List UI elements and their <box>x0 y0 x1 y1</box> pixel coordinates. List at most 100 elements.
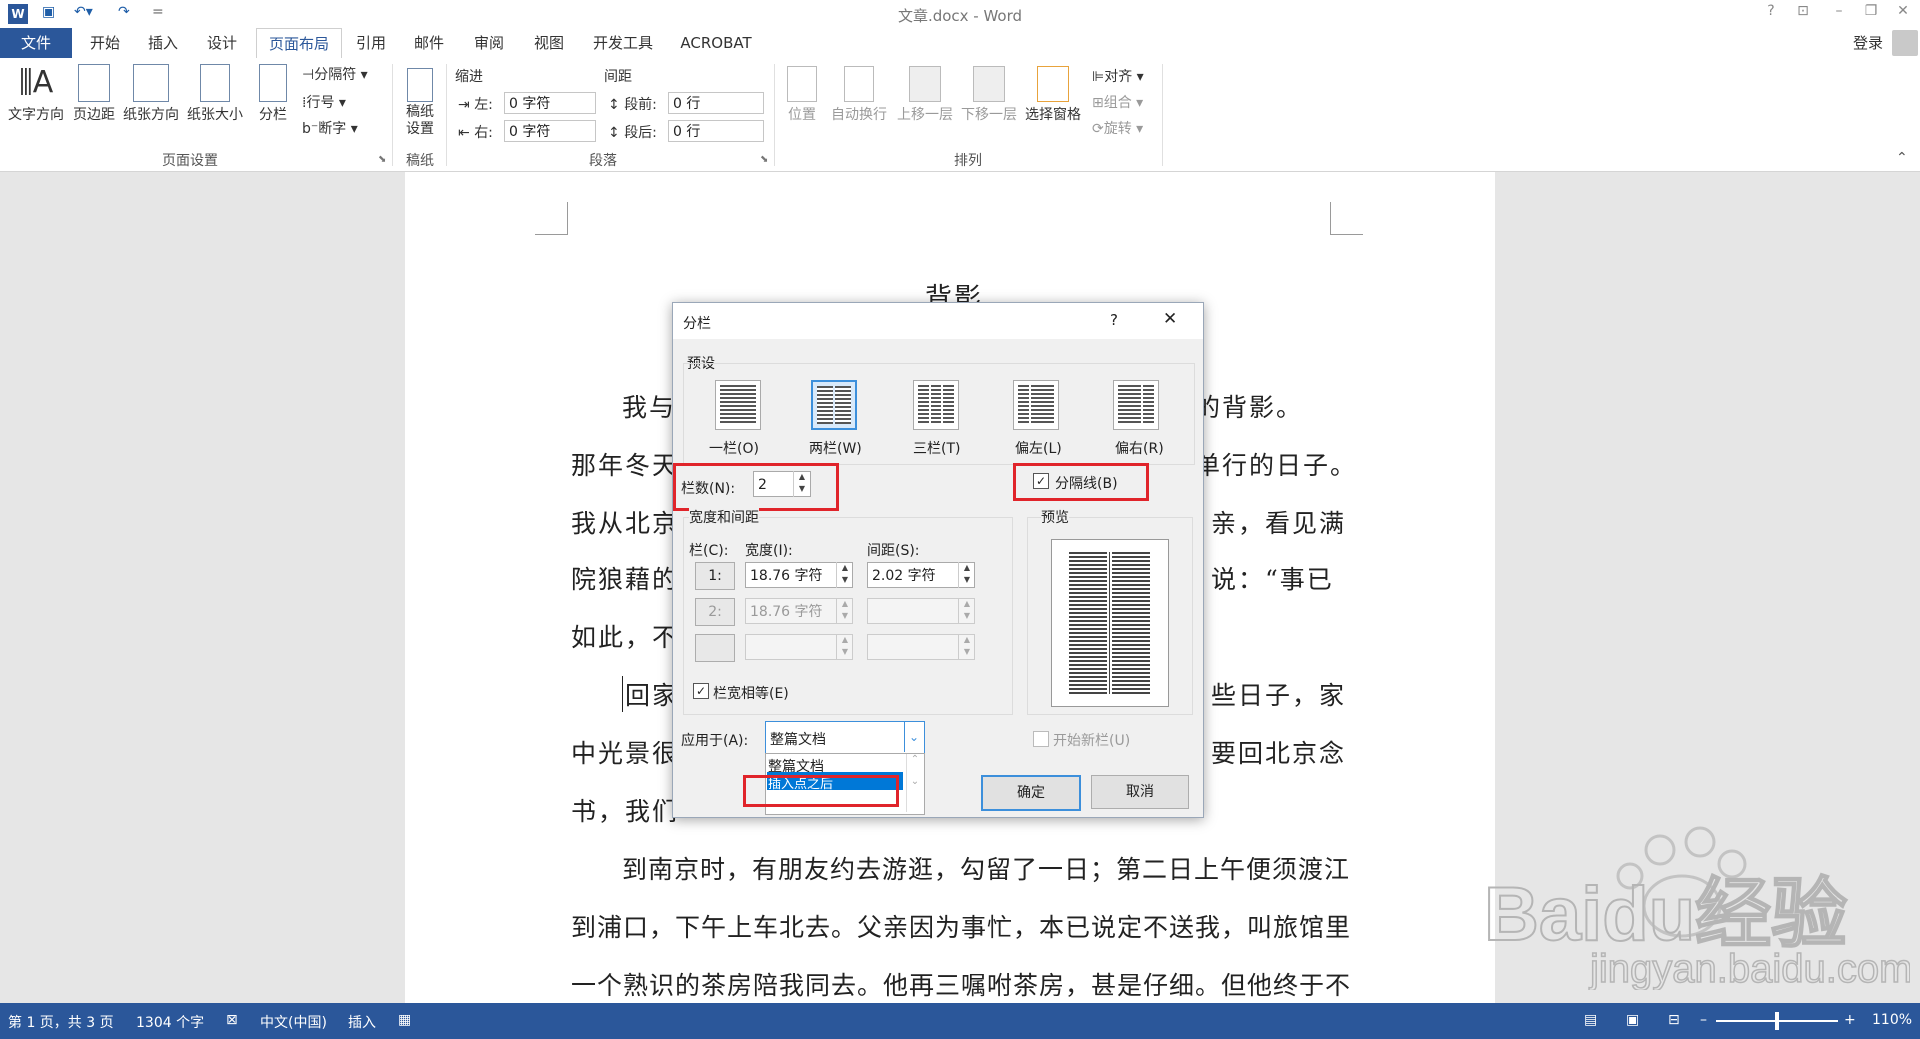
page-count[interactable]: 第 1 页，共 3 页 <box>8 1012 114 1032</box>
bring-forward-button[interactable]: 上移一层 <box>894 66 956 124</box>
cancel-button[interactable]: 取消 <box>1091 775 1189 809</box>
zoom-level[interactable]: 110% <box>1872 1012 1912 1028</box>
dialog-help-button[interactable]: ? <box>1110 311 1118 329</box>
spacing-before-label: ↕ 段前: <box>608 97 657 113</box>
orientation-button[interactable]: 纸张方向 <box>120 64 182 124</box>
paragraph-group-label: 段落 <box>589 153 617 169</box>
spacing-title: 间距 <box>604 69 632 85</box>
preset-three-columns[interactable] <box>913 380 959 430</box>
login-link[interactable]: 登录 <box>1848 28 1888 58</box>
draft-settings-button[interactable]: 稿纸设置 <box>400 68 440 138</box>
columns-button[interactable]: 分栏 <box>252 64 294 124</box>
column-number[interactable]: 1: <box>695 562 735 590</box>
position-button[interactable]: 位置 <box>782 66 822 124</box>
preset-left-label[interactable]: 偏左(L) <box>1015 438 1062 458</box>
wrap-text-button[interactable]: 自动换行 <box>826 66 892 124</box>
collapse-ribbon-icon[interactable]: ⌃ <box>1896 150 1908 166</box>
preset-one-column[interactable] <box>715 380 761 430</box>
ok-button[interactable]: 确定 <box>981 775 1081 811</box>
tab-home[interactable]: 开始 <box>80 28 130 58</box>
tab-design[interactable]: 设计 <box>196 28 248 58</box>
text-direction-button[interactable]: ⫼A 文字方向 <box>4 64 68 124</box>
avatar[interactable] <box>1892 30 1918 56</box>
wrap-text-label: 自动换行 <box>831 107 887 123</box>
apply-to-label: 应用于(A): <box>681 733 749 749</box>
tab-mailings[interactable]: 邮件 <box>406 28 452 58</box>
columns-icon <box>259 64 287 102</box>
proofing-icon[interactable]: ⊠ <box>226 1012 238 1028</box>
new-column-checkbox <box>1033 731 1049 747</box>
apply-to-select[interactable]: 整篇文档 ⌄ <box>765 721 925 755</box>
print-layout-icon[interactable]: ▣ <box>1626 1012 1639 1028</box>
document-text-line: 些日子，家 <box>1211 681 1347 710</box>
draft-group-label: 稿纸 <box>406 153 434 169</box>
spacing-after-input[interactable]: 0 行 <box>668 120 764 142</box>
preset-right[interactable] <box>1113 380 1159 430</box>
help-button[interactable]: ? <box>1760 3 1782 23</box>
preview-page <box>1051 539 1169 707</box>
line-numbers-button[interactable]: ⁞行号 ▾ <box>302 92 346 112</box>
position-icon <box>787 66 817 102</box>
rotate-button[interactable]: ⟳旋转 ▾ <box>1092 118 1143 138</box>
indent-right-input[interactable]: 0 字符 <box>504 120 596 142</box>
dialog-close-icon[interactable]: ✕ <box>1163 309 1177 329</box>
selection-pane-button[interactable]: 选择窗格 <box>1022 66 1084 124</box>
tab-review[interactable]: 审阅 <box>466 28 512 58</box>
tab-view[interactable]: 视图 <box>526 28 572 58</box>
language-indicator[interactable]: 中文(中国) <box>260 1012 327 1032</box>
minimize-icon[interactable]: – <box>1828 3 1850 23</box>
tab-references[interactable]: 引用 <box>348 28 394 58</box>
preset-one-column-label[interactable]: 一栏(O) <box>709 438 759 458</box>
hyphenation-button[interactable]: b⁻断字 ▾ <box>302 118 358 138</box>
align-button[interactable]: ⊫对齐 ▾ <box>1092 66 1144 86</box>
draft-settings-label: 稿纸设置 <box>406 104 434 137</box>
web-layout-icon[interactable]: ⊟ <box>1668 1012 1680 1028</box>
macro-record-icon[interactable]: ▦ <box>398 1012 411 1028</box>
indent-left-label: ⇥ 左: <box>458 97 493 113</box>
indent-left-input[interactable]: 0 字符 <box>504 92 596 114</box>
chevron-down-icon[interactable]: ⌄ <box>904 722 923 752</box>
margins-button[interactable]: 页边距 <box>70 64 118 124</box>
read-mode-icon[interactable]: ▤ <box>1584 1012 1597 1028</box>
close-window-icon[interactable]: ✕ <box>1892 3 1914 23</box>
tab-page-layout[interactable]: 页面布局 <box>256 28 342 59</box>
preset-two-columns[interactable] <box>811 380 857 430</box>
preset-two-columns-label[interactable]: 两栏(W) <box>809 438 862 458</box>
tab-file[interactable]: 文件 <box>0 28 72 58</box>
columns-dialog[interactable]: 分栏 ? ✕ 预设 一栏(O) 两栏(W) 三栏(T) 偏左(L) 偏右(R) … <box>672 302 1204 818</box>
column-spacing-spinner[interactable]: ▲ ▼ <box>958 562 975 588</box>
size-button[interactable]: 纸张大小 <box>184 64 246 124</box>
tab-acrobat[interactable]: ACROBAT <box>674 28 758 58</box>
document-text-line: 那年冬天 <box>571 451 680 480</box>
document-text-line: 一个熟识的茶房陪我同去。他再三嘱咐茶房，甚是仔细。但他终于不 <box>571 971 1352 1000</box>
dropdown-scrollbar[interactable]: ⌃ ⌄ <box>906 754 923 812</box>
preset-three-columns-label[interactable]: 三栏(T) <box>913 438 960 458</box>
text-direction-icon: ⫼A <box>19 64 54 102</box>
restore-icon[interactable]: ❐ <box>1860 3 1882 23</box>
word-count[interactable]: 1304 个字 <box>136 1012 204 1032</box>
title-bar: W ▣ ↶▾ ↷ = 文章.docx - Word ? ⊡ – ❐ ✕ <box>0 0 1920 28</box>
page-setup-launcher-icon[interactable]: ⬊ <box>378 154 386 165</box>
preset-left[interactable] <box>1013 380 1059 430</box>
send-backward-button[interactable]: 下移一层 <box>958 66 1020 124</box>
equal-width-checkbox[interactable]: ✓ <box>693 683 709 699</box>
column-width-spinner[interactable]: ▲ ▼ <box>836 562 853 588</box>
status-bar: 第 1 页，共 3 页 1304 个字 ⊠ 中文(中国) 插入 ▦ ▤ ▣ ⊟ … <box>0 1003 1920 1039</box>
watermark-brand: Baidu经验 <box>1484 872 1847 957</box>
breaks-button[interactable]: ⊣分隔符 ▾ <box>302 64 368 84</box>
zoom-in-icon[interactable]: + <box>1844 1012 1856 1028</box>
ribbon-display-icon[interactable]: ⊡ <box>1792 3 1814 23</box>
insert-mode[interactable]: 插入 <box>348 1012 376 1032</box>
zoom-out-icon[interactable]: – <box>1700 1012 1707 1028</box>
tab-insert[interactable]: 插入 <box>138 28 188 58</box>
document-text-line: 到南京时，有朋友约去游逛，勾留了一日；第二日上午便须渡江 <box>622 855 1351 884</box>
zoom-slider-thumb[interactable] <box>1775 1012 1779 1030</box>
preset-right-label[interactable]: 偏右(R) <box>1115 438 1164 458</box>
group-button[interactable]: ⊞组合 ▾ <box>1092 92 1143 112</box>
columns-label: 分栏 <box>259 107 287 123</box>
tab-developer[interactable]: 开发工具 <box>588 28 658 58</box>
spacing-before-input[interactable]: 0 行 <box>668 92 764 114</box>
paragraph-launcher-icon[interactable]: ⬊ <box>760 154 768 165</box>
document-text-line: 书，我们 <box>571 797 680 826</box>
equal-width-label[interactable]: 栏宽相等(E) <box>713 683 789 703</box>
